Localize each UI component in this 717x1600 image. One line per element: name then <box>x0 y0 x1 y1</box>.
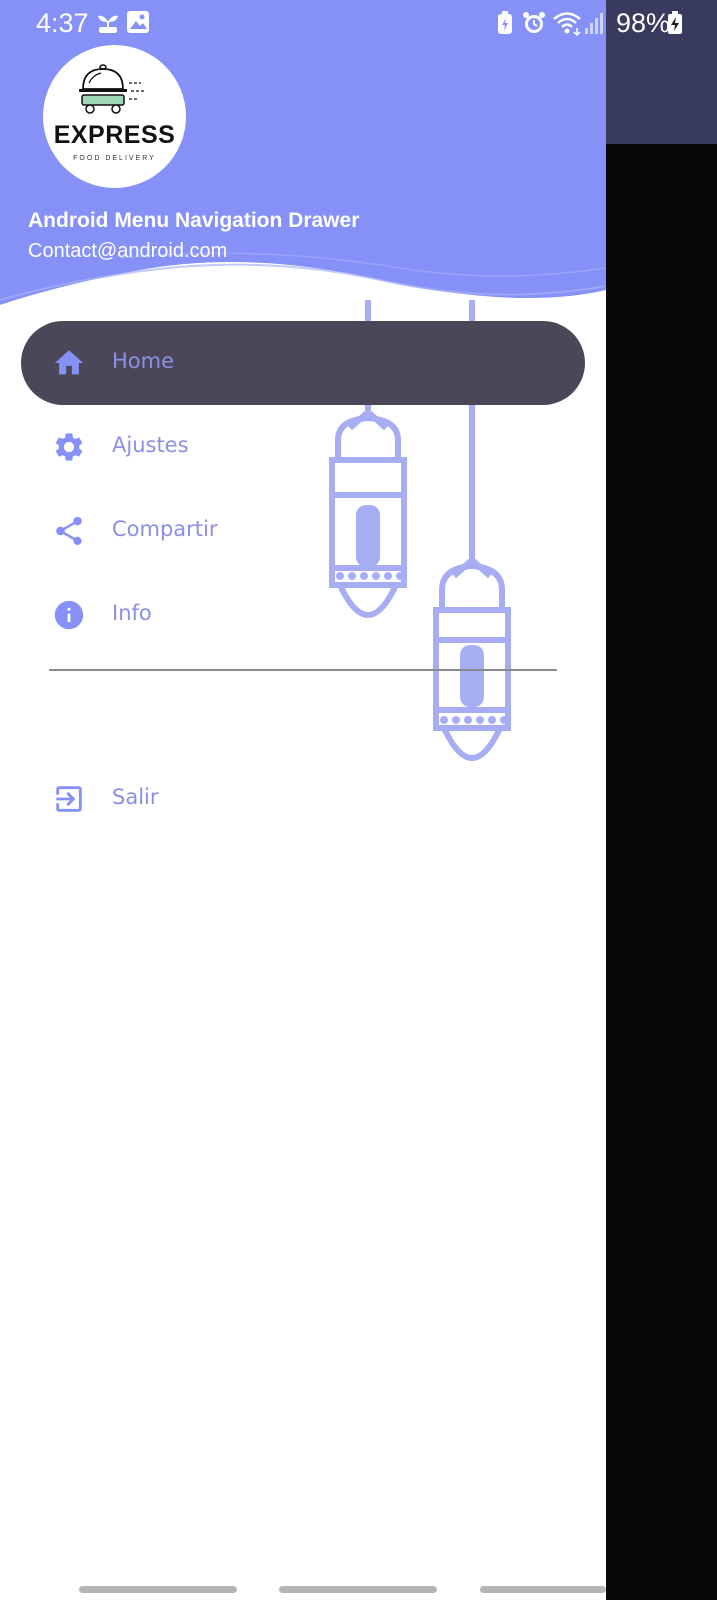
info-icon <box>52 598 86 632</box>
navigation-drawer: EXPRESS FOOD DELIVERY Android Menu Navig… <box>0 0 606 1600</box>
status-bar: 4:37 98% <box>0 0 717 48</box>
battery-charging-icon <box>667 10 683 41</box>
food-cloche-cart-icon <box>79 64 145 114</box>
menu-item-salir[interactable]: Salir <box>21 757 585 841</box>
logo-brand-text: EXPRESS <box>53 121 176 149</box>
drawer-header-title: Android Menu Navigation Drawer <box>28 209 360 232</box>
menu-item-label: Ajustes <box>112 433 189 457</box>
gear-icon <box>52 430 86 464</box>
plant-icon <box>95 10 121 41</box>
battery-percentage: 98% <box>616 8 671 38</box>
image-icon <box>126 10 150 39</box>
brand-logo: EXPRESS FOOD DELIVERY <box>43 45 186 188</box>
menu-item-compartir[interactable]: Compartir <box>21 489 585 573</box>
wifi-icon <box>552 10 582 41</box>
status-time: 4:37 <box>36 8 89 38</box>
alarm-icon <box>521 10 547 41</box>
nav-back[interactable] <box>480 1586 606 1593</box>
nav-home[interactable] <box>279 1586 437 1593</box>
signal-icon <box>584 10 604 41</box>
logo-tagline: FOOD DELIVERY <box>73 155 156 162</box>
menu-item-ajustes[interactable]: Ajustes <box>21 405 585 489</box>
menu-item-label: Compartir <box>112 517 218 541</box>
battery-saver-icon <box>496 10 514 41</box>
share-icon <box>52 514 86 548</box>
menu-divider <box>49 669 557 671</box>
drawer-header-email: Contact@android.com <box>28 240 228 262</box>
menu-item-label: Salir <box>112 785 159 809</box>
menu-item-label: Info <box>112 601 152 625</box>
menu-item-info[interactable]: Info <box>21 573 585 657</box>
menu-item-home[interactable]: Home <box>21 321 585 405</box>
menu-item-label: Home <box>112 349 175 373</box>
nav-recent-apps[interactable] <box>79 1586 237 1593</box>
home-icon <box>52 346 86 380</box>
exit-icon <box>52 782 86 816</box>
